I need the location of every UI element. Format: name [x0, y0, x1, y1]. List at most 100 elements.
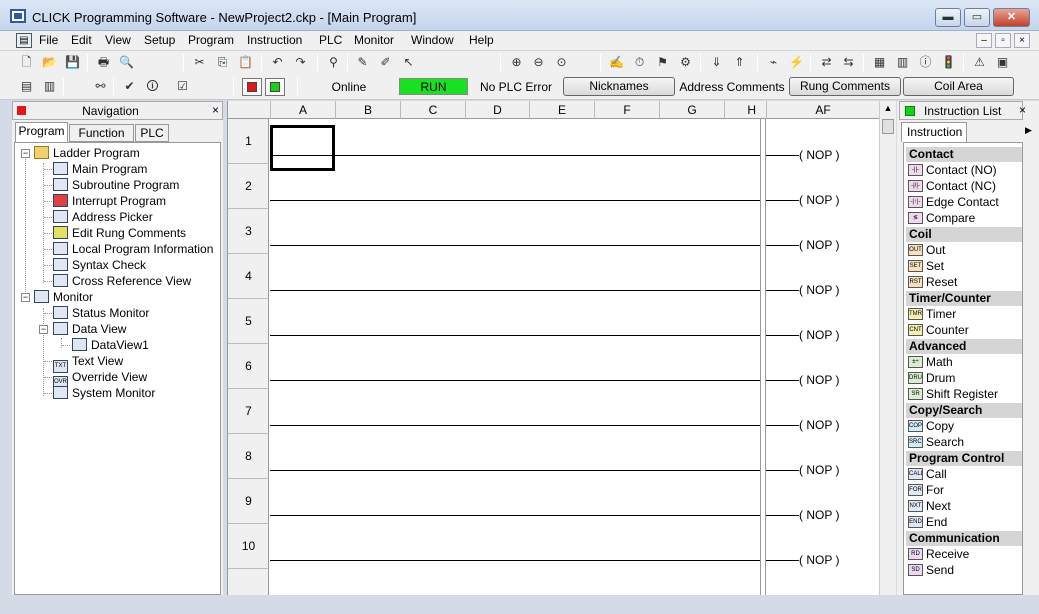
collapse-toggle[interactable]: −: [39, 325, 48, 334]
find-binoculars-icon[interactable]: ⚲: [325, 54, 342, 70]
zoom-icon[interactable]: ⊙: [553, 54, 570, 70]
instruction-send[interactable]: SD Send: [906, 562, 1022, 578]
rung-number[interactable]: 9: [228, 479, 269, 524]
mdi-minimize-button[interactable]: –: [976, 33, 992, 48]
rung-number[interactable]: 8: [228, 434, 269, 479]
instruction-end[interactable]: END End: [906, 514, 1022, 530]
instruction-for[interactable]: FOR For: [906, 482, 1022, 498]
upload-icon[interactable]: ⇑: [731, 54, 748, 70]
cell-cursor[interactable]: [270, 125, 335, 171]
vertical-scrollbar[interactable]: ▲: [879, 101, 896, 595]
instruction-shift-register[interactable]: SR Shift Register: [906, 386, 1022, 402]
menu-setup[interactable]: Setup: [142, 33, 177, 47]
instruction-copy[interactable]: COPYCopy: [906, 418, 1022, 434]
tree-item-address-picker[interactable]: Address Picker: [53, 209, 153, 225]
document-icon[interactable]: ▤: [16, 33, 32, 48]
settings-icon[interactable]: ⚙: [677, 54, 694, 70]
tree-item-ladder-program[interactable]: Ladder Program: [34, 145, 140, 161]
instruction-call[interactable]: CALL Call: [906, 466, 1022, 482]
instruction-list-close-icon[interactable]: ×: [1019, 103, 1026, 117]
warning-icon[interactable]: ⚠: [971, 54, 988, 70]
tree-item-system-monitor[interactable]: System Monitor: [53, 385, 155, 401]
zoom-in-icon[interactable]: ⊕: [508, 54, 525, 70]
nop-coil[interactable]: ( NOP ): [799, 463, 839, 477]
instruction-out[interactable]: OUT Out: [906, 242, 1022, 258]
instruction-search[interactable]: SRCHSearch: [906, 434, 1022, 450]
instruction-contact-nc[interactable]: -|/|- Contact (NC): [906, 178, 1022, 194]
rung-number[interactable]: 10: [228, 524, 269, 569]
info-document-icon[interactable]: 🛈: [144, 78, 161, 94]
tree-item-local-program-information[interactable]: Local Program Information: [53, 241, 213, 257]
scroll-up-icon[interactable]: ▲: [880, 103, 896, 113]
open-folder-icon[interactable]: 📂: [41, 54, 58, 70]
rung-number[interactable]: [228, 569, 269, 614]
instruction-timer[interactable]: TMR Timer: [906, 306, 1022, 322]
pointer-icon[interactable]: ↖: [400, 54, 417, 70]
signal-icon[interactable]: 🚦: [940, 54, 957, 70]
collapse-toggle[interactable]: −: [21, 149, 30, 158]
nop-coil[interactable]: ( NOP ): [799, 373, 839, 387]
undo-icon[interactable]: ↶: [269, 54, 286, 70]
tree-item-subroutine-program[interactable]: Subroutine Program: [53, 177, 179, 193]
nop-coil[interactable]: ( NOP ): [799, 238, 839, 252]
copy-icon[interactable]: ⎘: [214, 54, 231, 70]
syntax-check-icon[interactable]: ☑: [174, 78, 191, 94]
tree-item-interrupt-program[interactable]: Interrupt Program: [53, 193, 166, 209]
rung-comments-toggle[interactable]: Rung Comments: [789, 77, 901, 96]
data-view-icon[interactable]: ▥: [41, 78, 58, 94]
tree-item-main-program[interactable]: Main Program: [53, 161, 147, 177]
instruction-receive[interactable]: RD Receive: [906, 546, 1022, 562]
menu-instruction[interactable]: Instruction: [245, 33, 304, 47]
collapse-toggle[interactable]: −: [21, 293, 30, 302]
connect-icon[interactable]: ⌁: [765, 54, 782, 70]
ladder-editor[interactable]: A B C D E F G H AF 1 2 3 4 5 6 7 8 9 10 …: [227, 101, 896, 595]
tree-item-monitor[interactable]: Monitor: [34, 289, 93, 305]
instruction-drum[interactable]: DRUMDrum: [906, 370, 1022, 386]
instruction-edge-contact[interactable]: -|↑|- Edge Contact: [906, 194, 1022, 210]
nop-coil[interactable]: ( NOP ): [799, 283, 839, 297]
pen-icon[interactable]: ✎: [354, 54, 371, 70]
write-tool-icon[interactable]: ✍: [608, 54, 625, 70]
compare-project-icon[interactable]: ⇆: [840, 54, 857, 70]
menu-view[interactable]: View: [103, 33, 133, 47]
rung-number[interactable]: 4: [228, 254, 269, 299]
nop-coil[interactable]: ( NOP ): [799, 193, 839, 207]
print-preview-icon[interactable]: 🔍: [118, 54, 135, 70]
transfer-icon[interactable]: ⇄: [818, 54, 835, 70]
tab-instruction[interactable]: Instruction: [901, 122, 967, 142]
menu-file[interactable]: File: [37, 33, 60, 47]
nop-coil[interactable]: ( NOP ): [799, 148, 839, 162]
tree-item-edit-rung-comments[interactable]: Edit Rung Comments: [53, 225, 186, 241]
rung-number[interactable]: 6: [228, 344, 269, 389]
cut-icon[interactable]: ✂: [191, 54, 208, 70]
rung-number[interactable]: 5: [228, 299, 269, 344]
nicknames-toggle[interactable]: Nicknames: [563, 77, 675, 96]
nop-coil[interactable]: ( NOP ): [799, 418, 839, 432]
instruction-math[interactable]: ±÷ Math: [906, 354, 1022, 370]
rung-number[interactable]: 1: [228, 119, 269, 164]
marker-icon[interactable]: ✐: [377, 54, 394, 70]
mdi-close-button[interactable]: ×: [1014, 33, 1030, 48]
run-mode-button[interactable]: [265, 78, 285, 96]
chart-icon[interactable]: ▦: [871, 54, 888, 70]
zoom-out-icon[interactable]: ⊖: [530, 54, 547, 70]
tab-function[interactable]: Function: [69, 124, 134, 142]
instruction-contact-no[interactable]: -||- Contact (NO): [906, 162, 1022, 178]
ladder-view-icon[interactable]: ▤: [18, 78, 35, 94]
rung-number[interactable]: 3: [228, 209, 269, 254]
download-icon[interactable]: ⇓: [708, 54, 725, 70]
instruction-next[interactable]: NXT Next: [906, 498, 1022, 514]
info-icon[interactable]: ⓘ: [917, 54, 934, 70]
tree-item-cross-reference-view[interactable]: Cross Reference View: [53, 273, 191, 289]
tree-item-data-view[interactable]: Data View: [53, 321, 126, 337]
tree-item-syntax-check[interactable]: Syntax Check: [53, 257, 146, 273]
instruction-compare[interactable]: ≶ Compare: [906, 210, 1022, 226]
menu-plc[interactable]: PLC: [317, 33, 344, 47]
system-icon[interactable]: ▣: [994, 54, 1011, 70]
run-mode-icon[interactable]: ⚑: [654, 54, 671, 70]
coil-area-toggle[interactable]: Coil Area: [903, 77, 1014, 96]
tree-item-override-view[interactable]: OVR Override View: [53, 369, 147, 389]
tree-item-dataview1[interactable]: DataView1: [72, 337, 149, 353]
paste-icon[interactable]: 📋: [237, 54, 254, 70]
maximize-button[interactable]: ▭: [964, 8, 990, 27]
